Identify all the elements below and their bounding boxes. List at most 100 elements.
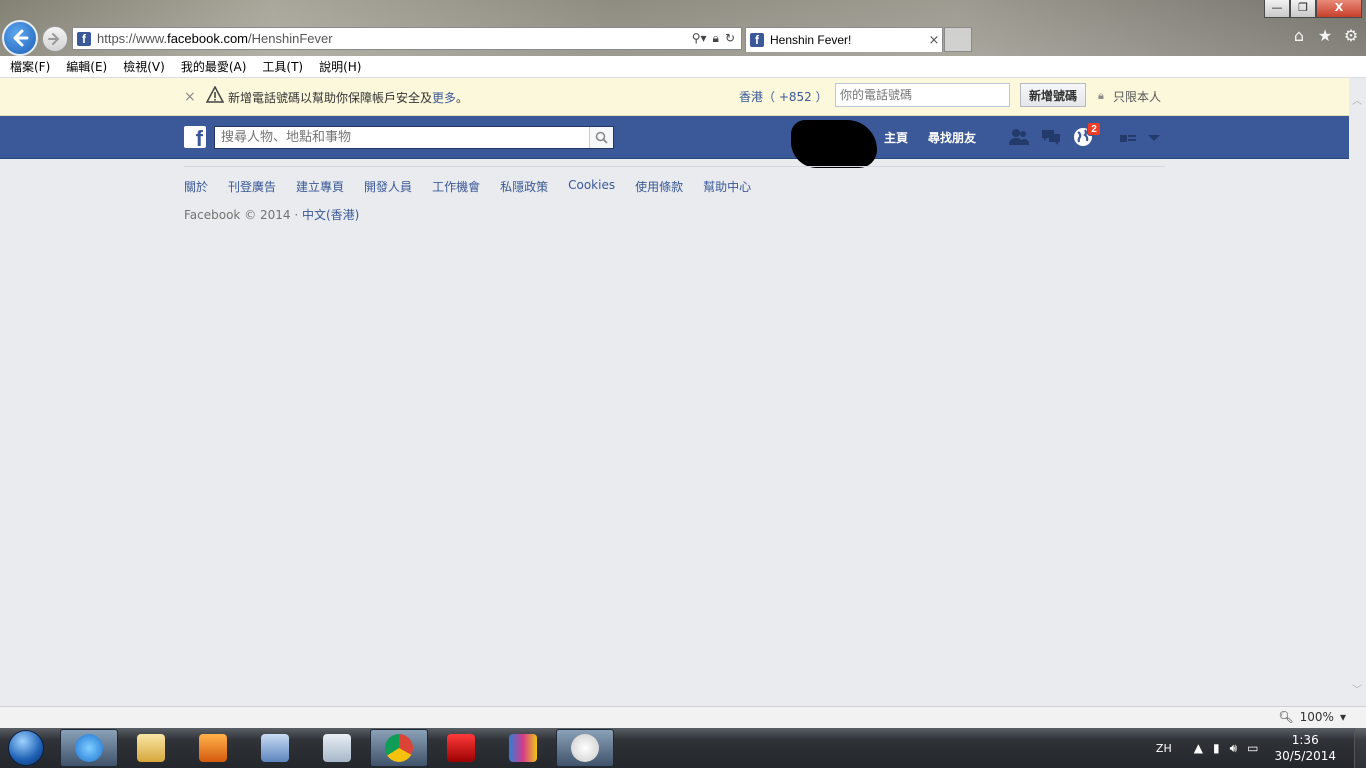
footer-link-about[interactable]: 關於: [184, 178, 208, 195]
windows-taskbar: ZH ▲ ▮ 🔊︎ ▭ 1:36 30/5/2014: [0, 728, 1366, 768]
taskbar-internet-explorer[interactable]: [60, 729, 118, 767]
tab-henshin-fever[interactable]: f Henshin Fever! ×: [745, 27, 943, 52]
menu-file[interactable]: 檔案(F): [2, 58, 58, 75]
messages-icon[interactable]: [1040, 127, 1062, 147]
nav-home[interactable]: 主頁: [884, 129, 908, 146]
refresh-icon[interactable]: ↻: [725, 31, 735, 46]
close-button[interactable]: X: [1316, 0, 1362, 18]
url-prefix: https://www.: [97, 31, 168, 46]
taskbar-app-red[interactable]: [432, 729, 490, 767]
address-bar[interactable]: f https://www.facebook.com/HenshinFever …: [72, 27, 742, 50]
zoom-control[interactable]: 🔍︎ 100% ▾: [1278, 710, 1346, 724]
url-domain: facebook.com: [167, 31, 249, 46]
url-path: /HenshinFever: [248, 31, 333, 46]
tab-title: Henshin Fever!: [770, 33, 852, 47]
power-icon[interactable]: ▮: [1213, 741, 1220, 755]
footer-language-link[interactable]: 中文(香港): [302, 208, 359, 222]
phone-number-input[interactable]: [835, 83, 1010, 107]
new-tab-button[interactable]: [944, 27, 972, 52]
notice-more-link[interactable]: 更多: [432, 91, 456, 105]
volume-icon[interactable]: 🔊︎: [1230, 741, 1238, 756]
add-number-button[interactable]: 新增號碼: [1020, 83, 1086, 107]
taskbar-explorer[interactable]: [122, 729, 180, 767]
chrome-icon: [385, 734, 413, 762]
phone-notice-bar: × 新增電話號碼以幫助你保障帳戶安全及更多。 香港（ +852 ） 新增號碼 🔒…: [0, 78, 1366, 116]
taskbar-chrome[interactable]: [370, 729, 428, 767]
windows-logo-icon: [8, 730, 44, 766]
folder-icon: [137, 734, 165, 762]
country-code-selector[interactable]: 香港（ +852 ）: [739, 88, 828, 105]
system-tray: ZH ▲ ▮ 🔊︎ ▭ 1:36 30/5/2014: [1156, 728, 1366, 768]
back-button[interactable]: [2, 20, 38, 56]
media-player-icon: [199, 734, 227, 762]
arrow-right-icon: [48, 33, 60, 45]
facebook-logo-icon[interactable]: f: [184, 126, 206, 151]
zoom-icon: 🔍︎: [1278, 710, 1294, 724]
address-url[interactable]: https://www.facebook.com/HenshinFever: [97, 31, 692, 46]
tab-favicon-icon: f: [750, 33, 764, 47]
minimize-button[interactable]: —: [1264, 0, 1290, 18]
nav-find-friends[interactable]: 尋找朋友: [928, 129, 976, 146]
restore-button[interactable]: ❐: [1290, 0, 1316, 18]
taskbar-media-player[interactable]: [184, 729, 242, 767]
taskbar-winrar[interactable]: [494, 729, 552, 767]
search-icon: [595, 131, 608, 144]
gear-icon[interactable]: ⚙: [1342, 27, 1360, 45]
menu-bar: 檔案(F) 編輯(E) 檢視(V) 我的最愛(A) 工具(T) 說明(H): [0, 56, 1366, 78]
favorites-star-icon[interactable]: ★: [1316, 27, 1334, 45]
arrow-left-icon: [13, 29, 29, 47]
tab-close-button[interactable]: ×: [926, 33, 942, 48]
notice-message: 新增電話號碼以幫助你保障帳戶安全及更多。: [228, 89, 468, 106]
footer-link-cookies[interactable]: Cookies: [568, 178, 615, 195]
clock-time: 1:36: [1291, 733, 1319, 747]
scroll-down-icon[interactable]: ﹀: [1352, 681, 1362, 696]
footer-link-developers[interactable]: 開發人員: [364, 178, 412, 195]
footer-links: 關於 刊登廣告 建立專頁 開發人員 工作機會 私隱政策 Cookies 使用條款…: [184, 178, 771, 195]
internet-explorer-icon: [75, 734, 103, 762]
home-icon[interactable]: ⌂: [1290, 27, 1308, 45]
facebook-favicon-icon: f: [77, 31, 91, 46]
footer-link-advertise[interactable]: 刊登廣告: [228, 178, 276, 195]
privacy-selector[interactable]: 只限本人: [1113, 88, 1161, 105]
footer-link-help[interactable]: 幫助中心: [703, 178, 751, 195]
network-icon[interactable]: ▭: [1247, 741, 1258, 755]
footer-link-privacy[interactable]: 私隱政策: [500, 178, 548, 195]
menu-favorites[interactable]: 我的最愛(A): [173, 58, 255, 75]
taskbar-calculator[interactable]: [308, 729, 366, 767]
copyright-text: Facebook © 2014 ·: [184, 208, 302, 222]
footer-link-terms[interactable]: 使用條款: [635, 178, 683, 195]
clock[interactable]: 1:36 30/5/2014: [1274, 732, 1336, 764]
taskbar-paint-app[interactable]: [246, 729, 304, 767]
menu-tools[interactable]: 工具(T): [254, 58, 311, 75]
friend-requests-icon[interactable]: [1008, 127, 1030, 147]
taskbar-paint-active[interactable]: [556, 729, 614, 767]
forward-button[interactable]: [42, 26, 68, 52]
search-input[interactable]: [215, 127, 589, 148]
search-box: [214, 126, 614, 149]
footer-link-careers[interactable]: 工作機會: [432, 178, 480, 195]
scroll-up-icon[interactable]: ︿: [1352, 92, 1362, 107]
menu-edit[interactable]: 編輯(E): [58, 58, 115, 75]
chevron-down-icon[interactable]: ▾: [1340, 710, 1346, 724]
footer-copyright: Facebook © 2014 · 中文(香港): [184, 206, 359, 223]
profile-avatar[interactable]: [791, 120, 877, 168]
show-desktop-button[interactable]: [1354, 728, 1366, 768]
archive-icon: [509, 734, 537, 762]
notice-close-icon[interactable]: ×: [184, 89, 196, 105]
vertical-scrollbar[interactable]: ︿ ﹀: [1349, 78, 1366, 706]
facebook-header: f 主頁 尋找朋友 2: [0, 116, 1366, 168]
menu-help[interactable]: 說明(H): [311, 58, 369, 75]
privacy-shortcuts-icon[interactable]: [1118, 129, 1164, 147]
tray-expand-icon[interactable]: ▲: [1194, 741, 1203, 755]
paint-icon: [261, 734, 289, 762]
footer-link-create-page[interactable]: 建立專頁: [296, 178, 344, 195]
search-icon[interactable]: ⚲▾: [692, 31, 707, 46]
menu-view[interactable]: 檢視(V): [115, 58, 173, 75]
start-button[interactable]: [4, 728, 48, 768]
search-button[interactable]: [589, 127, 613, 148]
language-indicator[interactable]: ZH: [1156, 742, 1172, 755]
lock-icon: 🔒︎: [1098, 89, 1104, 102]
warning-icon: [206, 86, 224, 103]
lock-icon[interactable]: 🔒︎: [713, 31, 719, 46]
status-bar: 🔍︎ 100% ▾: [0, 706, 1366, 728]
